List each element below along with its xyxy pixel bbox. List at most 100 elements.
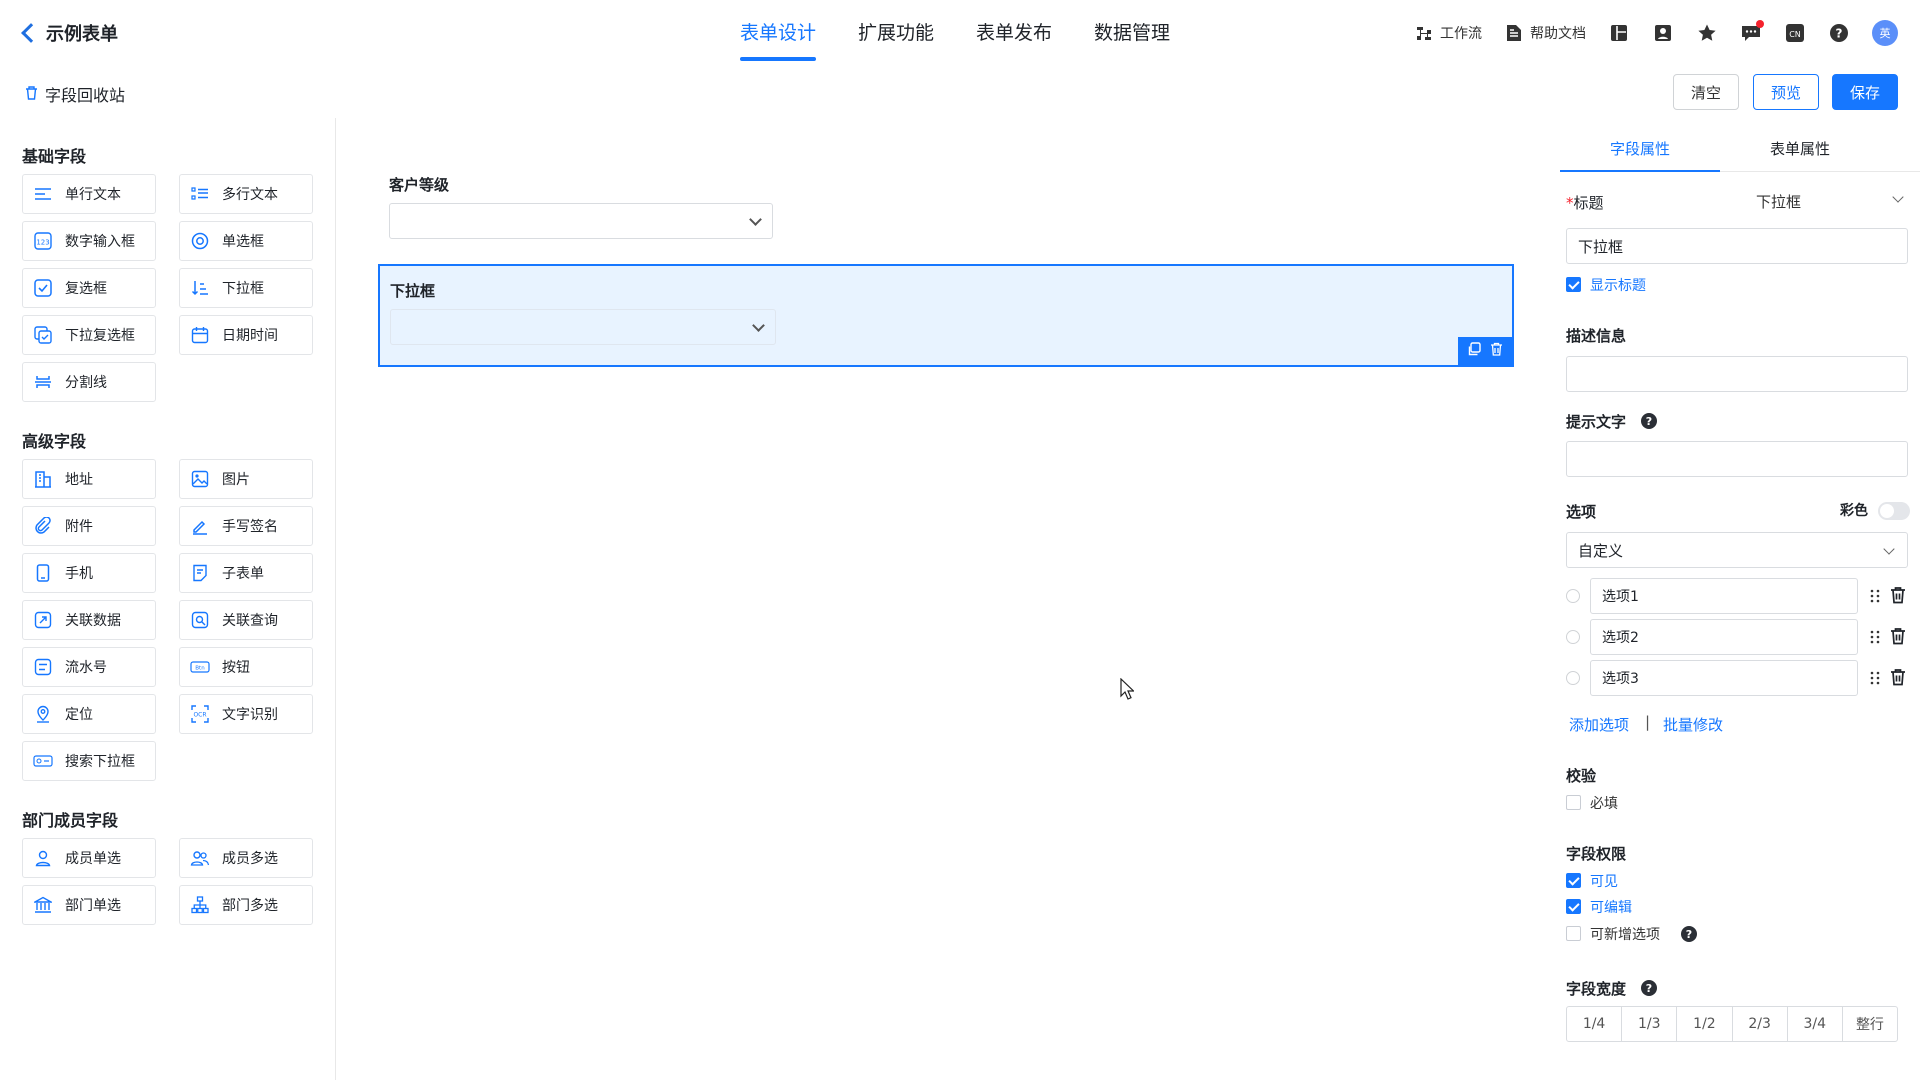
question-icon[interactable]: ? xyxy=(1681,926,1697,942)
palette-label: 文字识别 xyxy=(222,707,278,723)
trash-icon[interactable] xyxy=(1890,627,1908,647)
palette-ocr[interactable]: OCR 文字识别 xyxy=(179,694,313,734)
tab-form-properties[interactable]: 表单属性 xyxy=(1720,138,1880,172)
palette-phone[interactable]: 手机 xyxy=(22,553,156,593)
main-tabs: 表单设计 扩展功能 表单发布 数据管理 xyxy=(740,18,1170,61)
palette-checkbox[interactable]: 复选框 xyxy=(22,268,156,308)
palette-label: 流水号 xyxy=(65,660,107,676)
show-title-checkbox[interactable] xyxy=(1566,277,1581,292)
linked-data-icon xyxy=(33,610,53,630)
width-option[interactable]: 1/4 xyxy=(1567,1007,1623,1041)
palette-search-dropdown[interactable]: 搜索下拉框 xyxy=(22,741,156,781)
palette-dropdown-multi[interactable]: 下拉复选框 xyxy=(22,315,156,355)
palette-location[interactable]: 定位 xyxy=(22,694,156,734)
drag-handle-icon[interactable] xyxy=(1868,629,1882,645)
palette-attachment[interactable]: 附件 xyxy=(22,506,156,546)
option-input[interactable]: 选项3 xyxy=(1590,660,1858,696)
visible-label: 可见 xyxy=(1590,874,1618,890)
width-option[interactable]: 整行 xyxy=(1843,1007,1897,1041)
trash-icon[interactable] xyxy=(1890,668,1908,688)
width-option[interactable]: 1/3 xyxy=(1622,1007,1678,1041)
palette-address[interactable]: 地址 xyxy=(22,459,156,499)
back-button[interactable]: 示例表单 xyxy=(21,20,118,46)
palette-image[interactable]: 图片 xyxy=(179,459,313,499)
palette-single-line-text[interactable]: 单行文本 xyxy=(22,174,156,214)
options-source-select[interactable]: 自定义 xyxy=(1566,532,1908,568)
palette-dropdown[interactable]: 下拉框 xyxy=(179,268,313,308)
tab-data-manage[interactable]: 数据管理 xyxy=(1094,18,1170,61)
palette-member-multi[interactable]: 成员多选 xyxy=(179,838,313,878)
save-button[interactable]: 保存 xyxy=(1832,74,1898,110)
workflow-link[interactable]: 工作流 xyxy=(1414,23,1482,43)
palette-subform[interactable]: 子表单 xyxy=(179,553,313,593)
palette-dept-single[interactable]: 部门单选 xyxy=(22,885,156,925)
batch-edit-link[interactable]: 批量修改 xyxy=(1663,714,1723,735)
visible-checkbox[interactable] xyxy=(1566,873,1581,888)
description-input[interactable] xyxy=(1566,356,1908,392)
option-radio xyxy=(1566,671,1580,685)
field-recycle-bin[interactable]: 字段回收站 xyxy=(24,82,125,106)
question-icon[interactable]: ? xyxy=(1641,980,1657,996)
serial-icon xyxy=(33,657,53,677)
drag-handle-icon[interactable] xyxy=(1868,670,1882,686)
width-option[interactable]: 1/2 xyxy=(1677,1007,1733,1041)
question-icon[interactable]: ? xyxy=(1641,413,1657,429)
subform-icon xyxy=(190,563,210,583)
trash-icon[interactable] xyxy=(1890,586,1908,606)
palette-radio[interactable]: 单选框 xyxy=(179,221,313,261)
required-checkbox[interactable] xyxy=(1566,795,1581,810)
field-label-dropdown: 下拉框 xyxy=(390,282,436,300)
palette-divider[interactable]: 分割线 xyxy=(22,362,156,402)
contacts-icon[interactable] xyxy=(1652,22,1674,44)
top-header: 示例表单 表单设计 扩展功能 表单发布 数据管理 工作流 帮助文档 CN ? 英 xyxy=(0,0,1920,70)
preview-button[interactable]: 预览 xyxy=(1753,74,1819,110)
radio-icon xyxy=(190,231,210,251)
layout-icon[interactable] xyxy=(1608,22,1630,44)
width-option[interactable]: 2/3 xyxy=(1733,1007,1788,1041)
delete-icon[interactable] xyxy=(1490,342,1503,360)
palette-datetime[interactable]: 日期时间 xyxy=(179,315,313,355)
field-type-select[interactable]: 下拉框 xyxy=(1756,190,1908,212)
copy-icon[interactable] xyxy=(1467,342,1481,360)
selected-field-dropdown[interactable]: 下拉框 xyxy=(378,264,1514,367)
tab-extensions[interactable]: 扩展功能 xyxy=(858,18,934,61)
clear-button[interactable]: 清空 xyxy=(1673,74,1739,110)
add-option-link[interactable]: 添加选项 xyxy=(1569,714,1629,735)
star-icon[interactable] xyxy=(1696,22,1718,44)
color-toggle[interactable] xyxy=(1878,502,1910,520)
palette-member-single[interactable]: 成员单选 xyxy=(22,838,156,878)
customer-level-select[interactable] xyxy=(389,203,773,239)
palette-number-input[interactable]: 123 数字输入框 xyxy=(22,221,156,261)
option-input[interactable]: 选项1 xyxy=(1590,578,1858,614)
divider-icon xyxy=(33,372,53,392)
palette-signature[interactable]: 手写签名 xyxy=(179,506,313,546)
avatar[interactable]: 英 xyxy=(1872,20,1898,46)
language-icon[interactable]: CN xyxy=(1784,22,1806,44)
dropdown-select[interactable] xyxy=(390,309,776,345)
palette-multi-line-text[interactable]: 多行文本 xyxy=(179,174,313,214)
tab-form-publish[interactable]: 表单发布 xyxy=(976,18,1052,61)
width-option[interactable]: 3/4 xyxy=(1788,1007,1843,1041)
title-label-row: *标题 xyxy=(1566,192,1604,213)
hint-text-input[interactable] xyxy=(1566,441,1908,477)
help-docs-link[interactable]: 帮助文档 xyxy=(1504,23,1586,43)
editable-checkbox[interactable] xyxy=(1566,899,1581,914)
palette-serial-number[interactable]: 流水号 xyxy=(22,647,156,687)
message-icon[interactable] xyxy=(1740,20,1764,44)
form-canvas[interactable] xyxy=(336,118,1556,1080)
palette-linked-query[interactable]: 关联查询 xyxy=(179,600,313,640)
palette-label: 地址 xyxy=(65,472,93,488)
group-title-advanced: 高级字段 xyxy=(22,432,87,451)
required-mark: * xyxy=(1566,194,1574,212)
addable-option-checkbox[interactable] xyxy=(1566,926,1581,941)
help-icon[interactable]: ? xyxy=(1828,22,1850,44)
palette-button[interactable]: Btn 按钮 xyxy=(179,647,313,687)
title-input[interactable]: 下拉框 xyxy=(1566,228,1908,264)
palette-linked-data[interactable]: 关联数据 xyxy=(22,600,156,640)
option-input[interactable]: 选项2 xyxy=(1590,619,1858,655)
hint-text-label: 提示文字 xyxy=(1566,413,1627,431)
tab-form-design[interactable]: 表单设计 xyxy=(740,18,817,61)
tab-field-properties[interactable]: 字段属性 xyxy=(1560,138,1720,172)
drag-handle-icon[interactable] xyxy=(1868,588,1882,604)
palette-dept-multi[interactable]: 部门多选 xyxy=(179,885,313,925)
